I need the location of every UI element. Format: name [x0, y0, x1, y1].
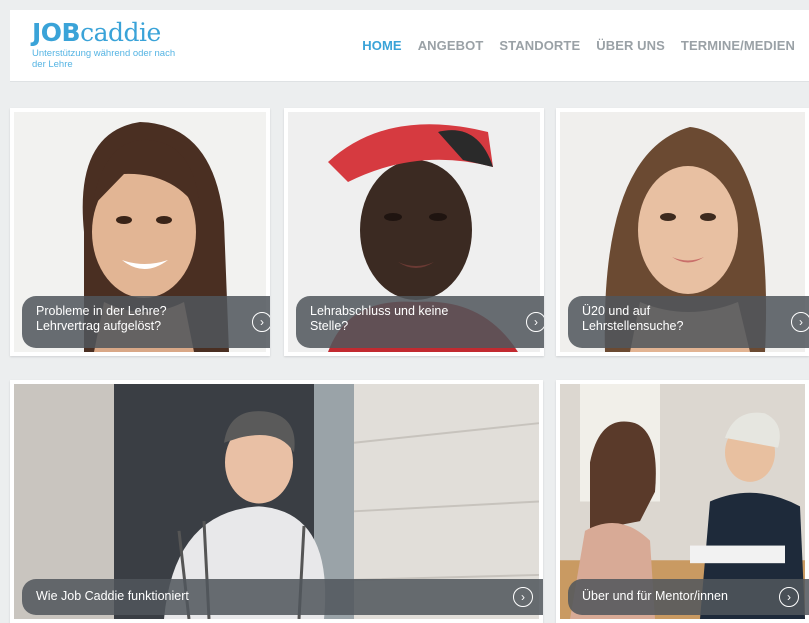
tile-caption[interactable]: Über und für Mentor/innen › — [568, 579, 809, 615]
logo[interactable]: JOBcaddie Unterstützung während oder nac… — [32, 18, 182, 71]
tile-caption[interactable]: Wie Job Caddie funktioniert › — [22, 579, 543, 615]
tile-ue20[interactable]: Ü20 und auf Lehrstellensuche? › — [556, 108, 809, 356]
caption-line-1: Lehrabschluss und keine — [310, 304, 449, 318]
site-header: JOBcaddie Unterstützung während oder nac… — [10, 10, 809, 82]
caption-line-1: Über und für Mentor/innen — [582, 589, 728, 603]
caption-line-1: Ü20 und auf — [582, 304, 651, 318]
chevron-right-circle-icon[interactable]: › — [513, 587, 533, 607]
nav-ueber-uns[interactable]: ÜBER UNS — [596, 38, 665, 53]
chevron-right-circle-icon[interactable]: › — [779, 587, 799, 607]
caption-line-1: Wie Job Caddie funktioniert — [36, 589, 189, 603]
nav-termine-medien[interactable]: TERMINE/MEDIEN — [681, 38, 795, 53]
logo-tagline: Unterstützung während oder nach der Lehr… — [32, 48, 176, 70]
nav-home[interactable]: HOME — [362, 38, 401, 53]
caption-line-2: Stelle? — [310, 319, 349, 333]
chevron-right-circle-icon[interactable]: › — [526, 312, 544, 332]
tile-caption[interactable]: Lehrabschluss und keine Stelle? › — [296, 296, 544, 348]
tile-caption[interactable]: Probleme in der Lehre? Lehrvertrag aufge… — [22, 296, 270, 348]
nav-standorte[interactable]: STANDORTE — [499, 38, 580, 53]
nav-angebot[interactable]: ANGEBOT — [418, 38, 484, 53]
caption-line-1: Probleme in der Lehre? — [36, 304, 167, 318]
caption-line-2: Lehrvertrag aufgelöst? — [36, 319, 162, 333]
logo-wordmark: JOBcaddie — [32, 18, 161, 47]
tile-wie-jobcaddie[interactable]: Wie Job Caddie funktioniert › — [10, 380, 543, 623]
tile-lehrabschluss[interactable]: Lehrabschluss und keine Stelle? › — [284, 108, 544, 356]
chevron-right-circle-icon[interactable]: › — [252, 312, 270, 332]
tile-probleme-lehre[interactable]: Probleme in der Lehre? Lehrvertrag aufge… — [10, 108, 270, 356]
tile-caption[interactable]: Ü20 und auf Lehrstellensuche? › — [568, 296, 809, 348]
caption-line-2: Lehrstellensuche? — [582, 319, 684, 333]
main-nav: HOME ANGEBOT STANDORTE ÜBER UNS TERMINE/… — [362, 38, 795, 53]
tile-mentor-innen[interactable]: Über und für Mentor/innen › — [556, 380, 809, 623]
chevron-right-circle-icon[interactable]: › — [791, 312, 809, 332]
